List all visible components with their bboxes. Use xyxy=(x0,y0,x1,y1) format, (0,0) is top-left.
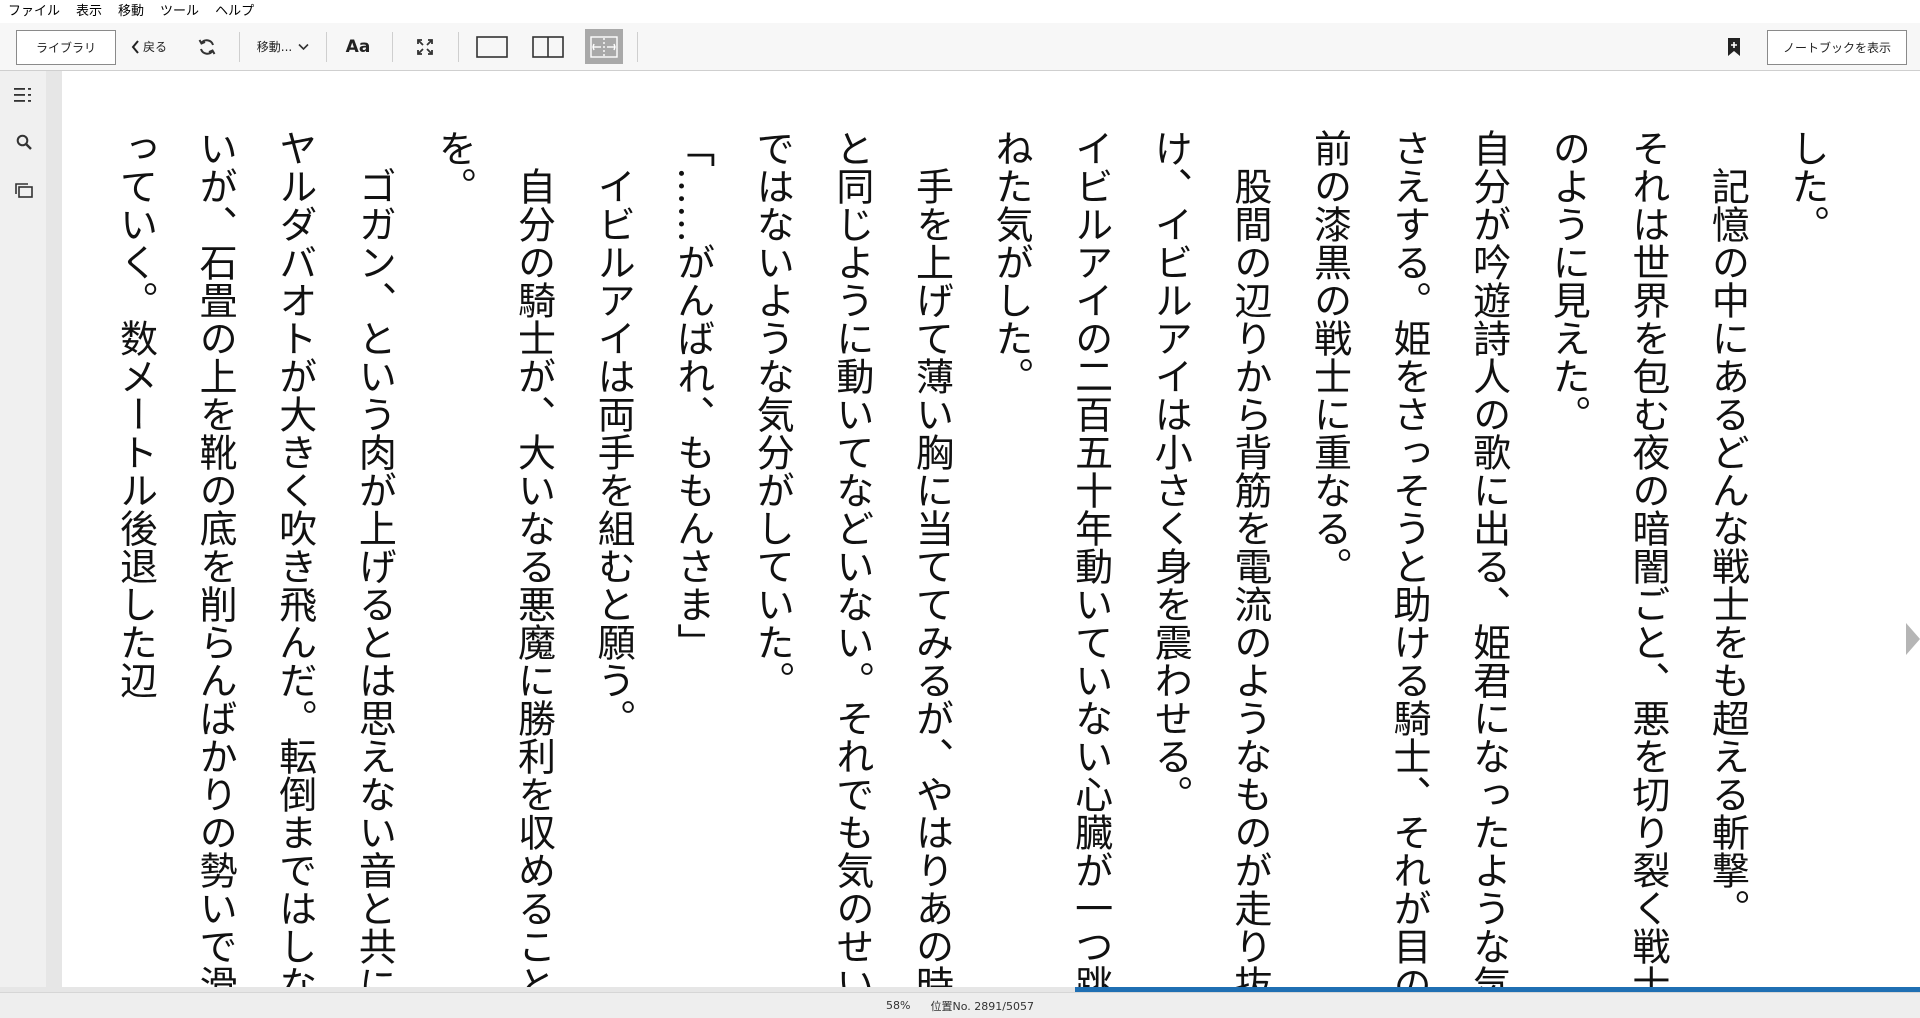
menu-go[interactable]: 移動 xyxy=(110,0,152,23)
font-settings-button[interactable]: Aa xyxy=(340,23,376,70)
cards-icon xyxy=(15,182,33,198)
progress-percent: 58% xyxy=(886,999,911,1012)
toolbar-divider xyxy=(239,32,240,62)
show-notebook-label: ノートブックを表示 xyxy=(1782,41,1891,55)
text-column: イビルアイは両手を組むと願う。 xyxy=(591,167,636,737)
single-page-icon xyxy=(476,35,508,58)
font-settings-label: Aa xyxy=(345,36,371,57)
next-page-arrow-icon[interactable] xyxy=(1906,623,1920,655)
show-notebook-button[interactable]: ノートブックを表示 xyxy=(1767,30,1907,65)
text-column: それは世界を包む夜の暗闇ごと、悪を切り裂く戦士のように見えた。 xyxy=(1546,129,1670,1003)
goto-label: 移動... xyxy=(256,40,293,54)
text-column: ゴガン、という肉が上げるとは思えない音と共にヤルダバオトが大きく吹き飛んだ。転倒… xyxy=(113,129,397,1003)
toc-button[interactable] xyxy=(12,83,36,107)
menu-file[interactable]: ファイル xyxy=(0,0,68,23)
bookmark-button[interactable] xyxy=(1722,23,1746,70)
page-gutter xyxy=(46,71,62,989)
side-rail xyxy=(0,71,46,989)
fit-width-icon xyxy=(589,35,619,59)
fullscreen-button[interactable] xyxy=(410,23,440,70)
book-text: した。 記憶の中にあるどんな戦士をも超える斬撃。 それは世界を包む夜の暗闇ごと、… xyxy=(86,129,1846,1009)
text-column: した。 xyxy=(1785,129,1829,243)
chevron-down-icon xyxy=(298,43,309,51)
text-column: 手を上げて薄い胸に当ててみるが、やはりあの時と同じように動いてなどいない。それで… xyxy=(750,129,954,1003)
chevron-left-icon xyxy=(131,39,140,54)
goto-dropdown[interactable]: 移動... xyxy=(250,23,316,70)
toolbar-divider xyxy=(458,32,459,62)
toolbar: ライブラリ 戻る 移動... Aa ノートブックを表示 xyxy=(0,23,1920,71)
text-column: 自分が吟遊詩人の歌に出る、姫君になったような気さえする。姫をさっそうと助ける騎士… xyxy=(1307,129,1511,1003)
toolbar-divider xyxy=(392,32,393,62)
two-page-icon xyxy=(532,35,564,58)
two-page-button[interactable] xyxy=(530,23,566,70)
single-page-button[interactable] xyxy=(474,23,510,70)
text-column: 記憶の中にあるどんな戦士をも超える斬撃。 xyxy=(1705,167,1750,927)
library-button[interactable]: ライブラリ xyxy=(16,30,116,65)
location-indicator: 位置No. 2891/5057 xyxy=(930,999,1034,1013)
search-button[interactable] xyxy=(12,130,36,154)
back-button[interactable]: 戻る xyxy=(126,23,172,70)
reading-page[interactable]: した。 記憶の中にあるどんな戦士をも超える斬撃。 それは世界を包む夜の暗闇ごと、… xyxy=(62,71,1920,1003)
refresh-icon xyxy=(197,37,217,57)
flashcards-button[interactable] xyxy=(12,178,36,202)
text-column: 「……がんばれ、ももんさま」 xyxy=(670,129,715,661)
search-icon xyxy=(16,134,32,150)
menu-help[interactable]: ヘルプ xyxy=(207,0,262,23)
menu-view[interactable]: 表示 xyxy=(68,0,110,23)
table-of-contents-icon xyxy=(14,87,34,103)
sync-button[interactable] xyxy=(193,23,221,70)
text-column: 股間の辺りから背筋を電流のようなものが走り抜け、イビルアイは小さく身を震わせる。 xyxy=(1148,129,1272,1003)
toolbar-divider xyxy=(637,32,638,62)
menu-bar: ファイル 表示 移動 ツール ヘルプ xyxy=(0,0,1920,23)
library-label: ライブラリ xyxy=(35,41,96,55)
status-bar: 58% 位置No. 2891/5057 xyxy=(0,992,1920,1018)
menu-tools[interactable]: ツール xyxy=(152,0,207,23)
toolbar-divider xyxy=(326,32,327,62)
back-label: 戻る xyxy=(142,40,167,54)
fit-width-button[interactable] xyxy=(585,29,623,64)
fullscreen-icon xyxy=(416,38,434,56)
text-column: 自分の騎士が、大いなる悪魔に勝利を収めることを。 xyxy=(431,129,556,1003)
bookmark-icon xyxy=(1727,37,1741,57)
text-column: イビルアイの二百五十年動いていない心臓が一つ跳ねた気がした。 xyxy=(989,129,1113,1003)
